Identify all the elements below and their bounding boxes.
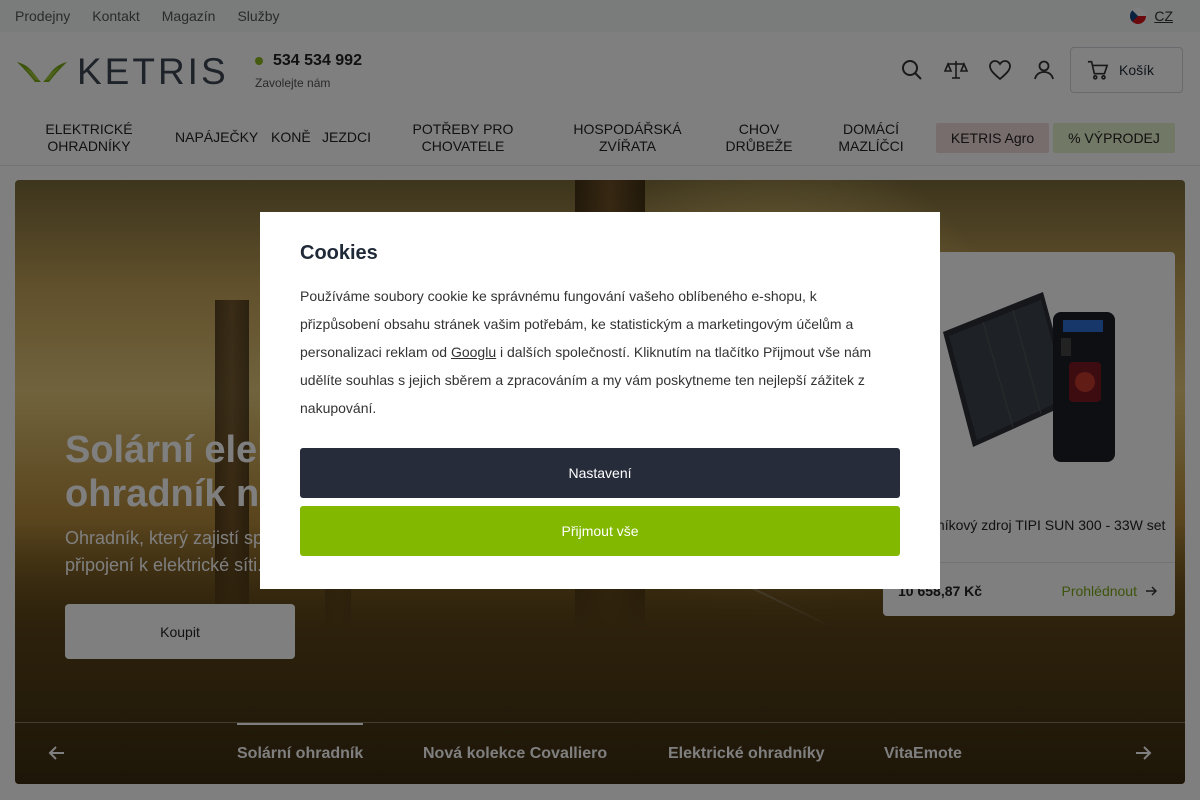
cookie-consent-dialog: Cookies Používáme soubory cookie ke sprá… bbox=[260, 212, 940, 589]
cookie-settings-button[interactable]: Nastavení bbox=[300, 448, 900, 498]
cookie-dialog-title: Cookies bbox=[300, 242, 378, 264]
accept-all-button[interactable]: Přijmout vše bbox=[300, 506, 900, 556]
google-link[interactable]: Googlu bbox=[451, 344, 496, 360]
cookie-dialog-text: Používáme soubory cookie ke správnému fu… bbox=[300, 282, 900, 422]
